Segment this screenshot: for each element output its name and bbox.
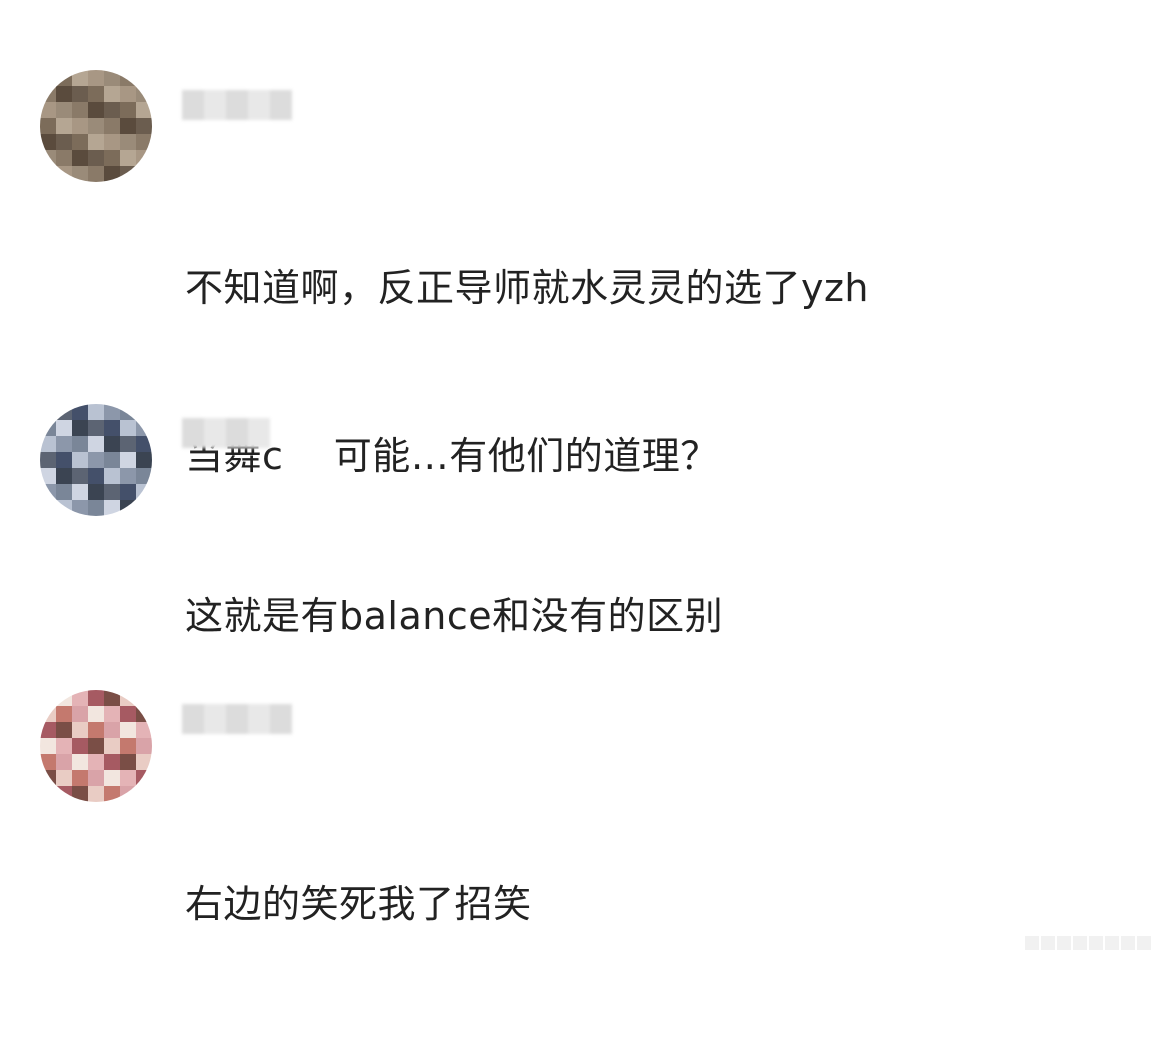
- username-blurred[interactable]: [182, 700, 292, 738]
- username-blurred[interactable]: [182, 86, 292, 124]
- avatar[interactable]: [40, 70, 152, 182]
- comment-line: 右边的笑死我了招笑: [185, 882, 532, 926]
- watermark: [1025, 936, 1151, 950]
- username-blurred[interactable]: [182, 414, 270, 452]
- comment-line: 这就是有balance和没有的区别: [185, 594, 724, 638]
- avatar[interactable]: [40, 690, 152, 802]
- comment-line: 不知道啊，反正导师就水灵灵的选了yzh: [185, 266, 870, 310]
- avatar[interactable]: [40, 404, 152, 516]
- comment-text: 右边的笑死我了招笑: [185, 764, 532, 1044]
